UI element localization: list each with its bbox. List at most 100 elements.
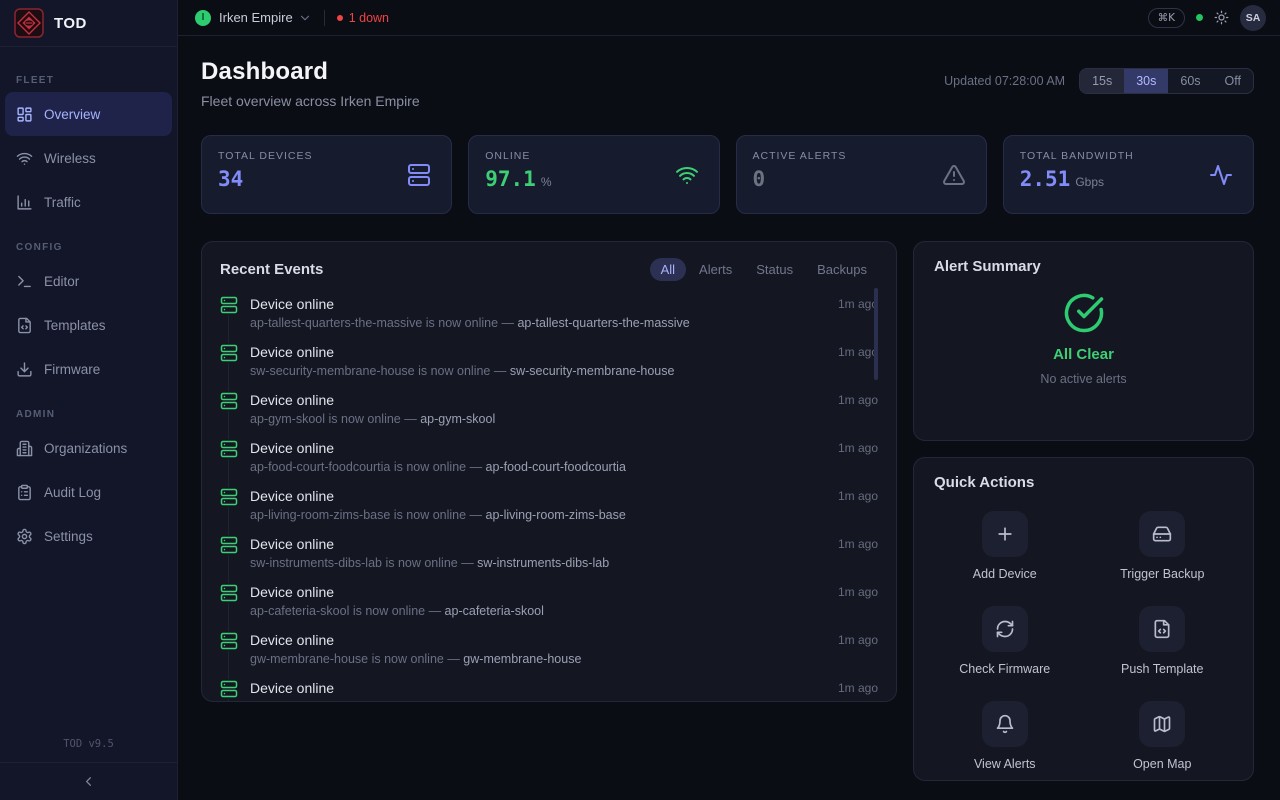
sidebar-item-label: Traffic	[44, 195, 81, 210]
event-description: ap-gym-skool is now online — ap-gym-skoo…	[250, 411, 818, 428]
recent-events-panel: Recent Events AllAlertsStatusBackups Dev…	[201, 241, 897, 702]
page-header-right: Updated 07:28:00 AM 15s30s60sOff	[944, 68, 1254, 94]
sidebar-item-label: Settings	[44, 529, 93, 544]
sidebar-item-settings[interactable]: Settings	[5, 514, 172, 558]
quick-action-add-device[interactable]: Add Device	[934, 511, 1076, 581]
avatar[interactable]: SA	[1240, 5, 1266, 31]
circle-check-icon	[1063, 292, 1105, 334]
event-time: 1m ago	[838, 583, 878, 631]
event-row[interactable]: Device onlinesw-security-membrane-house …	[220, 343, 878, 391]
stat-value: 0	[753, 167, 766, 191]
event-list: Device online ap-tallest-quarters-the-mas…	[220, 295, 878, 702]
org-selector[interactable]: I Irken Empire	[195, 10, 312, 26]
interval-button-off[interactable]: Off	[1213, 69, 1253, 93]
interval-button-30s[interactable]: 30s	[1124, 69, 1168, 93]
event-row[interactable]: Device onlineap-gym-skool is now online …	[220, 391, 878, 439]
quick-action-view-alerts[interactable]: View Alerts	[934, 701, 1076, 771]
event-tab-all[interactable]: All	[650, 258, 686, 281]
refresh-icon	[982, 606, 1028, 652]
event-time: 1m ago	[838, 487, 878, 535]
quick-action-open-map[interactable]: Open Map	[1092, 701, 1234, 771]
stat-card-total-devices: TOTAL DEVICES34	[201, 135, 452, 214]
sidebar-item-overview[interactable]: Overview	[5, 92, 172, 136]
sidebar-item-label: Organizations	[44, 441, 127, 456]
event-time: 1m ago	[838, 439, 878, 487]
event-description: ap-tallest-quarters-the-massive is now o…	[250, 315, 818, 332]
map-icon	[1139, 701, 1185, 747]
event-row[interactable]: Device onlinegw-membrane-house is now on…	[220, 631, 878, 679]
brand-logo-icon	[14, 8, 44, 38]
sidebar-item-label: Audit Log	[44, 485, 101, 500]
refresh-interval-control: 15s30s60sOff	[1079, 68, 1254, 94]
event-description: sw-security-membrane-house is now online…	[250, 363, 818, 380]
clipboard-icon	[16, 484, 33, 501]
interval-button-60s[interactable]: 60s	[1168, 69, 1212, 93]
down-count-label[interactable]: 1 down	[349, 11, 389, 25]
quick-action-push-template[interactable]: Push Template	[1092, 606, 1234, 676]
sidebar-item-audit-log[interactable]: Audit Log	[5, 470, 172, 514]
bell-icon	[982, 701, 1028, 747]
quick-actions-panel: Quick Actions Add DeviceTrigger BackupCh…	[913, 457, 1254, 781]
sidebar-item-traffic[interactable]: Traffic	[5, 180, 172, 224]
topbar-left: I Irken Empire 1 down	[195, 10, 389, 26]
alert-summary-panel: Alert Summary All Clear No active alerts	[913, 241, 1254, 441]
sidebar-item-label: Overview	[44, 107, 100, 122]
stat-value: 97.1	[485, 167, 536, 191]
page-title: Dashboard	[201, 58, 420, 86]
file-code-icon	[1139, 606, 1185, 652]
event-tab-alerts[interactable]: Alerts	[688, 258, 743, 281]
sidebar-collapse-button[interactable]	[0, 762, 177, 800]
recent-events-header: Recent Events AllAlertsStatusBackups	[220, 258, 878, 281]
panels-grid: Recent Events AllAlertsStatusBackups Dev…	[201, 241, 1254, 800]
event-row[interactable]: Device onlineap-food-court-foodcourtia i…	[220, 439, 878, 487]
event-row[interactable]: Device onlineap-living-room-zims-base is…	[220, 487, 878, 535]
quick-action-check-firmware[interactable]: Check Firmware	[934, 606, 1076, 676]
event-tab-backups[interactable]: Backups	[806, 258, 878, 281]
page-header: Dashboard Fleet overview across Irken Em…	[201, 58, 1254, 109]
sidebar-item-wireless[interactable]: Wireless	[5, 136, 172, 180]
sidebar-footer: TOD v9.5	[0, 728, 177, 800]
stat-label: ACTIVE ALERTS	[753, 150, 970, 162]
event-tab-status[interactable]: Status	[745, 258, 804, 281]
stat-unit: Gbps	[1075, 175, 1104, 189]
event-row[interactable]: Device online1m ago	[220, 679, 878, 702]
org-badge: I	[195, 10, 211, 26]
quick-action-trigger-backup[interactable]: Trigger Backup	[1092, 511, 1234, 581]
stat-label: ONLINE	[485, 150, 702, 162]
event-body: Device onlineap-food-court-foodcourtia i…	[250, 439, 818, 487]
server-icon	[220, 631, 238, 651]
brand-name: TOD	[54, 15, 87, 32]
wifi-icon	[16, 150, 33, 167]
main-area: I Irken Empire 1 down ⌘K SA Dash	[178, 0, 1280, 800]
nav-section-label: CONFIG	[16, 242, 177, 253]
page-subtitle: Fleet overview across Irken Empire	[201, 93, 420, 109]
sidebar-item-templates[interactable]: Templates	[5, 303, 172, 347]
event-row[interactable]: Device onlineap-cafeteria-skool is now o…	[220, 583, 878, 631]
event-body: Device onlinesw-security-membrane-house …	[250, 343, 818, 391]
interval-button-15s[interactable]: 15s	[1080, 69, 1124, 93]
alert-status-text: All Clear	[1053, 346, 1114, 363]
event-row[interactable]: Device onlineap-tallest-quarters-the-mas…	[220, 295, 878, 343]
topbar: I Irken Empire 1 down ⌘K SA	[178, 0, 1280, 36]
event-row[interactable]: Device onlinesw-instruments-dibs-lab is …	[220, 535, 878, 583]
command-palette-button[interactable]: ⌘K	[1148, 8, 1185, 28]
stat-card-total-bandwidth: TOTAL BANDWIDTH2.51Gbps	[1003, 135, 1254, 214]
stat-cards: TOTAL DEVICES34ONLINE97.1%ACTIVE ALERTS0…	[201, 135, 1254, 214]
stat-card-active-alerts: ACTIVE ALERTS 0	[736, 135, 987, 214]
sun-icon	[1214, 10, 1229, 25]
event-time: 1m ago	[838, 679, 878, 702]
event-list-scrollbar[interactable]	[874, 288, 878, 380]
quick-actions-grid: Add DeviceTrigger BackupCheck FirmwarePu…	[934, 511, 1233, 771]
event-title: Device online	[250, 439, 818, 458]
theme-toggle-button[interactable]	[1214, 10, 1229, 25]
event-title: Device online	[250, 391, 818, 410]
updated-timestamp: Updated 07:28:00 AM	[944, 74, 1065, 88]
event-description: sw-instruments-dibs-lab is now online — …	[250, 555, 818, 572]
sidebar-item-organizations[interactable]: Organizations	[5, 426, 172, 470]
nav-section-label: FLEET	[16, 75, 177, 86]
sidebar-item-firmware[interactable]: Firmware	[5, 347, 172, 391]
sidebar: TOD FLEET Overview Wireless Traffic CONFIG Ed…	[0, 0, 178, 800]
sidebar-item-editor[interactable]: Editor	[5, 259, 172, 303]
quick-action-label: Open Map	[1133, 757, 1191, 771]
alert-detail-text: No active alerts	[1040, 372, 1126, 386]
